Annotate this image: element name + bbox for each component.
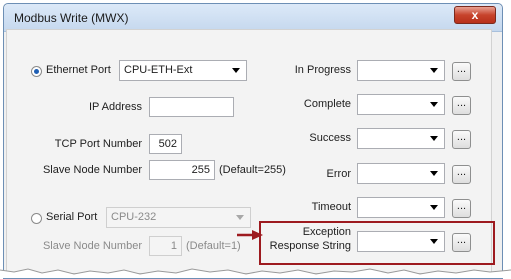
ethernet-port-radio[interactable] xyxy=(31,66,42,77)
window-title: Modbus Write (MWX) xyxy=(14,11,129,25)
serial-slave-node-input[interactable]: 1 xyxy=(149,236,182,256)
serial-port-label: Serial Port xyxy=(46,211,98,223)
complete-select[interactable] xyxy=(357,94,445,115)
success-label: Success xyxy=(309,132,351,144)
ip-address-input[interactable] xyxy=(149,97,234,117)
timeout-label: Timeout xyxy=(311,201,351,213)
close-button[interactable]: x xyxy=(454,6,496,24)
serial-port-value: CPU-232 xyxy=(111,211,157,223)
complete-browse-button[interactable]: ... xyxy=(452,96,471,115)
timeout-select[interactable] xyxy=(357,197,445,218)
chevron-down-icon xyxy=(232,68,240,73)
serial-port-select[interactable]: CPU-232 xyxy=(106,207,251,228)
slave-node-number-input[interactable]: 255 xyxy=(149,160,215,180)
chevron-down-icon xyxy=(430,102,438,107)
in-progress-browse-button[interactable]: ... xyxy=(452,62,471,81)
chevron-down-icon xyxy=(236,215,244,220)
ethernet-port-select[interactable]: CPU-ETH-Ext xyxy=(119,60,247,81)
success-select[interactable] xyxy=(357,128,445,149)
in-progress-select[interactable] xyxy=(357,60,445,81)
serial-port-radio[interactable] xyxy=(31,213,42,224)
ethernet-port-value: CPU-ETH-Ext xyxy=(124,64,193,76)
chevron-down-icon xyxy=(430,136,438,141)
ethernet-port-label: Ethernet Port xyxy=(46,64,111,76)
serial-slave-node-default-note: (Default=1) xyxy=(186,240,241,252)
serial-slave-node-label: Slave Node Number xyxy=(42,240,142,252)
error-select[interactable] xyxy=(357,163,445,184)
slave-node-number-label: Slave Node Number xyxy=(42,164,142,176)
error-label: Error xyxy=(326,168,351,180)
complete-label: Complete xyxy=(303,98,351,110)
torn-edge-decoration xyxy=(0,268,511,278)
tcp-port-number-input[interactable]: 502 xyxy=(149,134,182,154)
error-browse-button[interactable]: ... xyxy=(452,165,471,184)
success-browse-button[interactable]: ... xyxy=(452,130,471,149)
chevron-down-icon xyxy=(430,171,438,176)
chevron-down-icon xyxy=(430,205,438,210)
timeout-browse-button[interactable]: ... xyxy=(452,199,471,218)
tcp-port-number-label: TCP Port Number xyxy=(54,138,142,150)
chevron-down-icon xyxy=(430,68,438,73)
exception-highlight-box xyxy=(259,221,495,265)
in-progress-label: In Progress xyxy=(294,64,351,76)
callout-arrow-icon xyxy=(237,230,263,240)
title-bar: Modbus Write (MWX) x xyxy=(4,4,502,32)
ip-address-label: IP Address xyxy=(89,101,142,113)
